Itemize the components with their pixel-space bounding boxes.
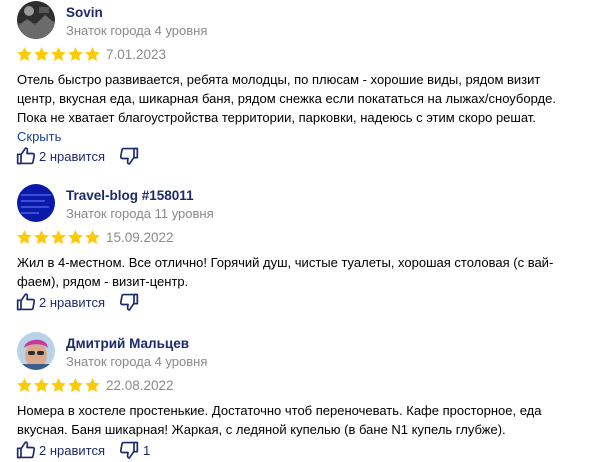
avatar[interactable]	[17, 332, 55, 370]
thumb-down-icon	[119, 441, 139, 459]
author-name[interactable]: Sovin	[66, 5, 103, 20]
star-icon	[17, 230, 32, 244]
collapse-link[interactable]: Скрыть	[17, 129, 61, 144]
dislike-button[interactable]	[119, 146, 143, 166]
like-button[interactable]: 2 нравится	[16, 292, 105, 312]
like-count: 2 нравится	[39, 442, 105, 458]
review-text: Жил в 4-местном. Все отлично! Горячий ду…	[17, 253, 562, 291]
star-icon	[51, 47, 66, 61]
author-level: Знаток города 11 уровня	[66, 206, 214, 221]
like-count: 2 нравится	[39, 294, 105, 310]
star-icon	[51, 230, 66, 244]
review-body: Жил в 4-местном. Все отлично! Горячий ду…	[17, 255, 554, 289]
thumb-down-icon	[119, 147, 139, 165]
avatar[interactable]	[17, 1, 55, 39]
review-date: 22.08.2022	[106, 378, 174, 393]
star-icon	[34, 230, 49, 244]
review-date: 15.09.2022	[106, 230, 174, 245]
author-level: Знаток города 4 уровня	[66, 23, 208, 38]
star-icon	[68, 230, 83, 244]
author-level: Знаток города 4 уровня	[66, 354, 208, 369]
like-button[interactable]: 2 нравится	[16, 146, 105, 166]
thumb-up-icon	[16, 441, 36, 459]
thumb-up-icon	[16, 293, 36, 311]
star-icon	[85, 47, 100, 61]
review-body: Отель быстро развивается, ребята молодцы…	[17, 72, 556, 125]
review-body: Номера в хостеле простенькие. Достаточно…	[17, 403, 542, 437]
star-icon	[17, 47, 32, 61]
star-icon	[68, 47, 83, 61]
thumb-down-icon	[119, 293, 139, 311]
like-button[interactable]: 2 нравится	[16, 440, 105, 460]
avatar[interactable]	[17, 184, 55, 222]
star-rating	[16, 377, 101, 394]
dislike-count: 1	[143, 442, 151, 458]
star-icon	[17, 378, 32, 392]
dislike-button[interactable]	[119, 292, 143, 312]
review-date: 7.01.2023	[106, 47, 167, 62]
star-rating	[16, 46, 101, 63]
dislike-button[interactable]: 1	[119, 440, 150, 460]
author-name[interactable]: Travel-blog #158011	[66, 188, 194, 203]
star-icon	[68, 378, 83, 392]
like-count: 2 нравится	[39, 148, 105, 164]
star-icon	[85, 230, 100, 244]
star-icon	[34, 378, 49, 392]
thumb-up-icon	[16, 147, 36, 165]
author-name[interactable]: Дмитрий Мальцев	[66, 336, 189, 351]
review-text: Отель быстро развивается, ребята молодцы…	[17, 70, 562, 146]
star-icon	[34, 47, 49, 61]
star-icon	[51, 378, 66, 392]
review-text: Номера в хостеле простенькие. Достаточно…	[17, 401, 562, 439]
star-rating	[16, 229, 101, 246]
star-icon	[85, 378, 100, 392]
